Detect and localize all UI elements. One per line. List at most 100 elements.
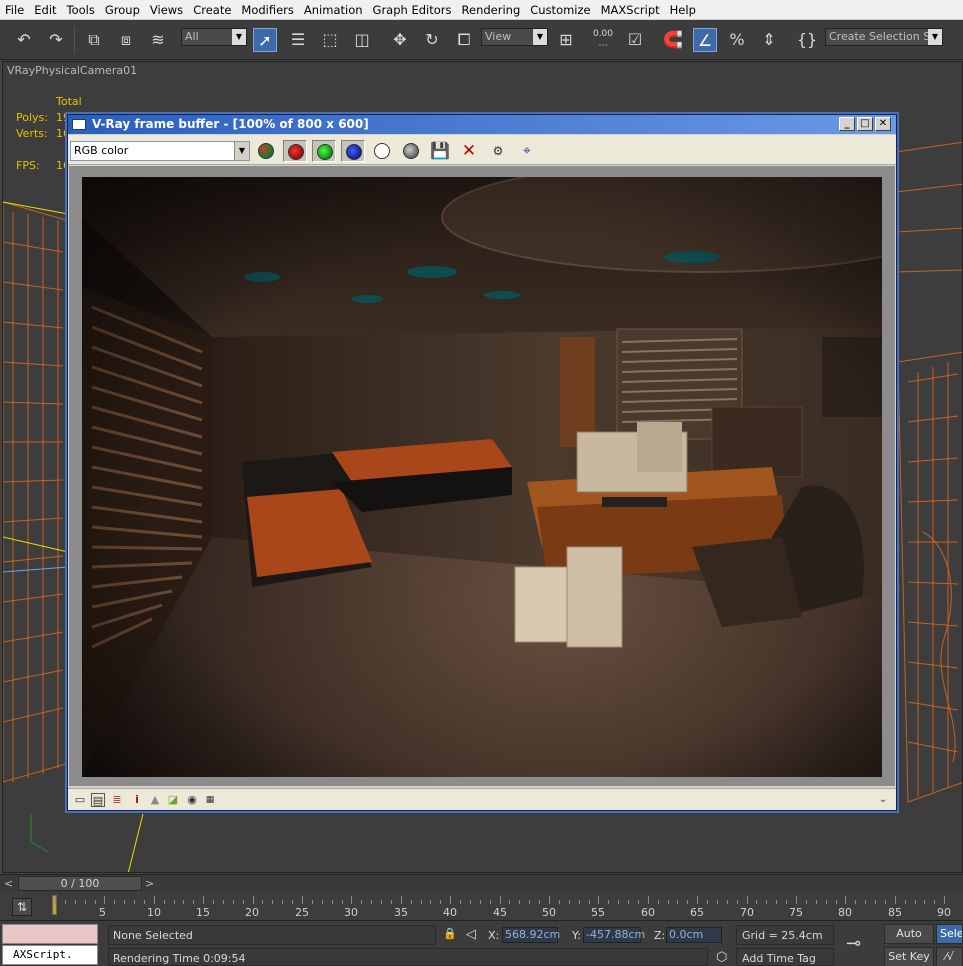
timeline-tick bbox=[677, 900, 679, 904]
track-bar[interactable]: ⇅ 5 10 15 20 25 30 35 40 45 50 55 60 65 … bbox=[0, 892, 963, 920]
absolute-mode-icon[interactable]: ◁ bbox=[466, 927, 476, 942]
named-selection-set-select[interactable]: Create Selection Set ▼ bbox=[825, 28, 943, 46]
reference-coord-select[interactable]: View ▼ bbox=[481, 28, 548, 46]
bind-space-warp-icon[interactable]: ≋ bbox=[146, 28, 170, 52]
menu-rendering[interactable]: Rendering bbox=[457, 0, 526, 20]
clear-image-icon[interactable]: ✕ bbox=[457, 140, 481, 162]
mini-curve-editor-icon[interactable]: ⇅ bbox=[12, 898, 32, 916]
snaps-toggle-icon[interactable]: 🧲 bbox=[661, 28, 685, 52]
menu-create[interactable]: Create bbox=[188, 0, 236, 20]
info-icon[interactable]: i bbox=[130, 793, 144, 807]
tick-label: 45 bbox=[493, 906, 507, 919]
menu-group[interactable]: Group bbox=[100, 0, 145, 20]
maxscript-listener-output[interactable] bbox=[2, 924, 98, 944]
percent-snap-icon[interactable]: % bbox=[725, 28, 749, 52]
track-mouse-icon[interactable]: ⌖ bbox=[515, 140, 539, 162]
red-channel-button[interactable] bbox=[283, 140, 307, 162]
green-channel-button[interactable] bbox=[312, 140, 336, 162]
timeline-tick bbox=[252, 896, 254, 904]
history-icon[interactable]: ▤ bbox=[91, 793, 105, 807]
timeline-tick bbox=[163, 900, 165, 904]
auto-key-button[interactable]: Auto Key bbox=[884, 924, 934, 958]
vfb-toolbar: RGB color ▼ 💾 ✕ ⚙ ⌖ bbox=[68, 135, 896, 165]
menu-graph-editors[interactable]: Graph Editors bbox=[368, 0, 457, 20]
timeline-tick bbox=[153, 896, 155, 904]
rgb-display-button[interactable] bbox=[254, 140, 278, 162]
maxscript-mini-listener[interactable]: AXScript. bbox=[2, 945, 98, 965]
time-slider-thumb[interactable]: 0 / 100 bbox=[18, 876, 142, 891]
timeline-tick bbox=[489, 900, 491, 904]
timeline-tick bbox=[84, 900, 86, 904]
menu-customize[interactable]: Customize bbox=[525, 0, 595, 20]
menu-help[interactable]: Help bbox=[665, 0, 701, 20]
select-and-link-icon[interactable]: ⧉ bbox=[82, 28, 106, 52]
keyboard-shortcut-icon[interactable]: ☑ bbox=[623, 28, 647, 52]
selection-filter-select[interactable]: All ▼ bbox=[181, 28, 247, 46]
rectangular-selection-icon[interactable]: ⬚ bbox=[318, 28, 342, 52]
minimize-icon[interactable]: _ bbox=[839, 117, 855, 131]
timeline-tick bbox=[558, 900, 560, 904]
render-window-icon[interactable]: ▭ bbox=[73, 793, 87, 807]
vray-frame-buffer-window[interactable]: V-Ray frame buffer - [100% of 800 x 600]… bbox=[67, 114, 897, 811]
prev-frame-icon[interactable]: < bbox=[4, 876, 13, 891]
y-coordinate-field[interactable]: -457.88cm bbox=[583, 927, 645, 943]
edit-named-selection-icon[interactable]: {} bbox=[795, 28, 819, 52]
color-corrections-icon[interactable]: ≣ bbox=[110, 793, 124, 807]
menu-modifiers[interactable]: Modifiers bbox=[236, 0, 299, 20]
move-icon[interactable]: ✥ bbox=[388, 28, 412, 52]
levels-icon[interactable]: ▲ bbox=[148, 793, 162, 807]
timeline-tick bbox=[598, 896, 600, 904]
curve-icon[interactable]: ◪ bbox=[166, 793, 180, 807]
timeline-tick bbox=[687, 900, 689, 904]
key-icon[interactable]: ⊸ bbox=[846, 933, 861, 954]
time-tag-icon[interactable]: ⬡ bbox=[716, 950, 727, 965]
timeline-tick bbox=[173, 900, 175, 904]
z-label: Z: bbox=[654, 929, 666, 942]
window-crossing-icon[interactable]: ◫ bbox=[350, 28, 374, 52]
duplicate-to-max-icon[interactable]: ⚙ bbox=[486, 140, 510, 162]
menu-edit[interactable]: Edit bbox=[29, 0, 61, 20]
alpha-channel-button[interactable] bbox=[370, 140, 394, 162]
menu-animation[interactable]: Animation bbox=[299, 0, 368, 20]
select-by-name-icon[interactable]: ☰ bbox=[286, 28, 310, 52]
snap-spinner-icon[interactable]: 0.00 ⋯ bbox=[591, 28, 615, 52]
lut-icon[interactable]: ▦ bbox=[203, 793, 217, 807]
spinner-snap-icon[interactable]: ⇕ bbox=[757, 28, 781, 52]
exposure-icon[interactable]: ◉ bbox=[185, 793, 199, 807]
timeline-tick bbox=[647, 896, 649, 904]
z-coordinate-field[interactable]: 0.0cm bbox=[666, 927, 722, 943]
maximize-icon[interactable]: □ bbox=[857, 117, 873, 131]
set-key-button[interactable]: Set Key bbox=[884, 947, 934, 966]
x-coordinate-field[interactable]: 568.92cm bbox=[502, 927, 560, 943]
menu-tools[interactable]: Tools bbox=[62, 0, 100, 20]
viewport-label[interactable]: VRayPhysicalCamera01 bbox=[7, 64, 137, 77]
redo-icon[interactable]: ↷ bbox=[44, 28, 68, 52]
time-slider[interactable]: < 0 / 100 > bbox=[0, 874, 963, 892]
lock-selection-icon[interactable]: 🔒 bbox=[443, 927, 457, 940]
close-icon[interactable]: ✕ bbox=[875, 117, 891, 131]
rotate-icon[interactable]: ↻ bbox=[420, 28, 444, 52]
stats-total-label: Total bbox=[56, 95, 82, 108]
channel-select[interactable]: RGB color ▼ bbox=[70, 141, 250, 161]
rendered-image[interactable] bbox=[82, 177, 882, 777]
save-image-icon[interactable]: 💾 bbox=[428, 140, 452, 162]
tick-label: 20 bbox=[245, 906, 259, 919]
vfb-title-bar[interactable]: V-Ray frame buffer - [100% of 800 x 600]… bbox=[68, 115, 896, 134]
blue-channel-button[interactable] bbox=[341, 140, 365, 162]
scale-icon[interactable]: ⧠ bbox=[452, 28, 476, 52]
menu-views[interactable]: Views bbox=[145, 0, 188, 20]
expand-panel-icon[interactable]: ⌄ bbox=[876, 793, 890, 807]
timeline-tick bbox=[914, 900, 916, 904]
menu-maxscript[interactable]: MAXScript bbox=[596, 0, 665, 20]
selected-filter-button[interactable]: Selec bbox=[936, 924, 963, 944]
monochrome-button[interactable] bbox=[399, 140, 423, 162]
unlink-icon[interactable]: ⧈ bbox=[114, 28, 138, 52]
pivot-center-icon[interactable]: ⊞ bbox=[554, 28, 578, 52]
timeline-tick bbox=[588, 900, 590, 904]
key-filters-icon[interactable]: ⁄√ bbox=[936, 947, 963, 966]
angle-snap-icon[interactable]: ∠ bbox=[693, 28, 717, 52]
menu-file[interactable]: File bbox=[0, 0, 29, 20]
undo-icon[interactable]: ↶ bbox=[12, 28, 36, 52]
next-frame-icon[interactable]: > bbox=[145, 876, 154, 891]
select-object-icon[interactable]: ➚ bbox=[253, 28, 277, 52]
